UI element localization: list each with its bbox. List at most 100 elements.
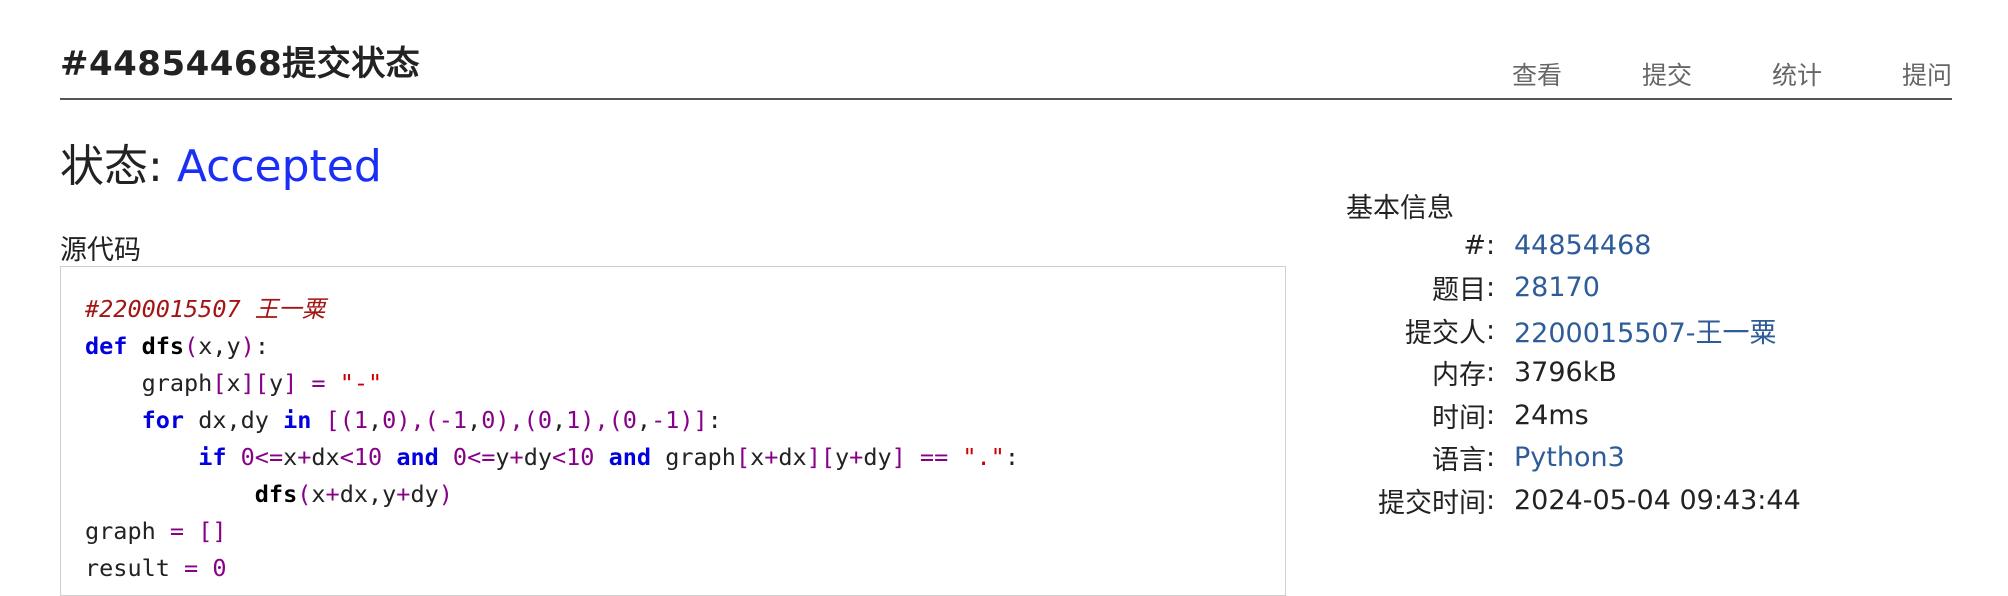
info-separator: :	[1486, 229, 1496, 261]
code-token: def	[85, 332, 128, 360]
code-token: graph	[651, 443, 736, 471]
code-token: ),(	[495, 406, 538, 434]
code-token: [	[735, 443, 751, 471]
info-key: 提交人	[1405, 317, 1486, 349]
info-key: 提交时间	[1378, 487, 1486, 519]
code-token: :	[1004, 443, 1019, 471]
nav-statistics[interactable]: 统计	[1692, 56, 1822, 92]
code-token: dx,dy	[184, 406, 284, 434]
nav-ask[interactable]: 提问	[1822, 56, 1952, 92]
code-token: +	[297, 443, 312, 471]
code-token: y	[835, 443, 850, 471]
code-token: [	[212, 369, 227, 397]
code-line: def dfs(x,y):	[85, 328, 1261, 365]
info-value[interactable]: 28170	[1514, 272, 1600, 303]
info-key: 时间	[1432, 402, 1486, 434]
code-token: 10	[566, 443, 595, 471]
code-token: y	[495, 443, 510, 471]
code-token: dy	[523, 443, 552, 471]
code-line: dfs(x+dx,y+dy)	[85, 476, 1261, 513]
code-token: x	[283, 443, 298, 471]
info-key: 内存	[1432, 360, 1486, 392]
code-token: ]	[891, 443, 906, 471]
code-token: ][	[806, 443, 835, 471]
code-token: if	[198, 443, 227, 471]
code-token: )	[438, 480, 453, 508]
code-token: "."	[962, 443, 1005, 471]
code-token: ),(	[396, 406, 439, 434]
info-value: 3796kB	[1514, 357, 1617, 389]
code-line: graph = []	[85, 513, 1261, 550]
page-title: #44854468提交状态	[60, 44, 421, 84]
code-token: #2200015507 王一粟	[85, 295, 326, 323]
code-token: +	[849, 443, 864, 471]
info-row: 提交时间:2024-05-04 09:43:44	[1346, 479, 1801, 522]
code-token: 0	[622, 406, 637, 434]
code-line: result = 0	[85, 550, 1261, 587]
info-row: 提交人:2200015507-王一粟	[1346, 309, 1801, 352]
code-token: dx,y	[339, 480, 397, 508]
code-token: 10	[353, 443, 383, 471]
code-token: ),(	[580, 406, 623, 434]
code-token: dy	[863, 443, 892, 471]
code-token: 0	[452, 443, 468, 471]
code-token: x	[226, 369, 241, 397]
code-token: <=	[467, 443, 496, 471]
header: #44854468提交状态 查看 提交 统计 提问	[60, 36, 1952, 100]
code-token: dfs	[141, 332, 185, 360]
code-token: ,	[551, 406, 567, 434]
code-token: y	[268, 369, 284, 397]
code-token: +	[509, 443, 524, 471]
code-token: dx	[778, 443, 807, 471]
code-token: <	[339, 443, 354, 471]
code-token: x	[311, 480, 326, 508]
code-token: ,	[467, 406, 482, 434]
info-row: 题目:28170	[1346, 267, 1801, 310]
source-code-label: 源代码	[60, 235, 141, 266]
code-token: 0	[481, 406, 496, 434]
code-line: for dx,dy in [(1,0),(-1,0),(0,1),(0,-1)]…	[85, 402, 1261, 439]
code-line: if 0<=x+dx<10 and 0<=y+dy<10 and graph[x…	[85, 439, 1261, 476]
info-value[interactable]: 44854468	[1514, 230, 1651, 261]
code-token: [(	[325, 406, 354, 434]
source-code-block[interactable]: #2200015507 王一粟 def dfs(x,y): graph[x][y]…	[60, 266, 1286, 596]
nav-submit[interactable]: 提交	[1562, 56, 1692, 92]
code-token: ,	[368, 406, 383, 434]
info-row: #:44854468	[1346, 224, 1801, 267]
code-token: -1	[651, 406, 680, 434]
info-key: #	[1463, 229, 1486, 261]
code-token: in	[283, 406, 312, 434]
code-token: ,	[636, 406, 652, 434]
code-token: []	[198, 517, 227, 545]
info-value[interactable]: Python3	[1514, 442, 1625, 473]
code-token: :	[707, 406, 722, 434]
code-line: graph[x][y] = "-"	[85, 365, 1261, 402]
nav-view[interactable]: 查看	[1432, 56, 1562, 92]
info-separator: :	[1486, 272, 1496, 304]
status-label: 状态:	[60, 141, 177, 192]
code-token: dx	[311, 443, 340, 471]
code-token: "-"	[339, 369, 383, 397]
code-token: 1	[566, 406, 581, 434]
submission-status: 状态: Accepted	[60, 130, 382, 194]
info-value[interactable]: 2200015507-王一粟	[1514, 311, 1777, 350]
code-token: ]	[283, 369, 298, 397]
code-token: =	[311, 369, 326, 397]
info-separator: :	[1486, 484, 1496, 516]
info-separator: :	[1486, 442, 1496, 474]
code-token: =	[169, 517, 185, 545]
info-key: 题目	[1432, 275, 1486, 307]
info-row: 语言: Python3	[1346, 437, 1801, 480]
info-separator: :	[1486, 314, 1496, 346]
code-token: graph	[85, 369, 213, 397]
info-key: 语言	[1432, 445, 1486, 477]
code-token: 1	[353, 406, 368, 434]
